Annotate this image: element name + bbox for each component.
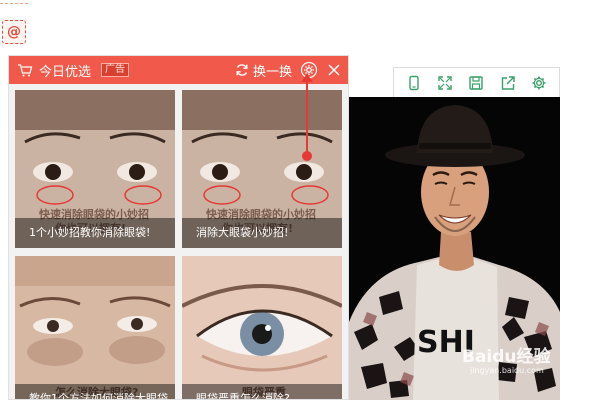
shopping-cart-icon <box>17 62 33 78</box>
fullscreen-icon[interactable] <box>435 73 455 93</box>
ad-card[interactable]: 快速消除眼袋的小妙招 你也可以拥有! 消除大眼袋小妙招! <box>182 90 342 248</box>
ad-badge: 广告 <box>101 63 130 77</box>
watermark-main: Baidu经验 <box>462 347 551 367</box>
settings-icon[interactable] <box>529 73 549 93</box>
ad-card[interactable]: 怎么消除大眼袋? 教你1个方法如何消除大眼袋 <box>15 256 175 399</box>
watermark-sub: jingyan.baidu.com <box>470 366 544 375</box>
ad-card[interactable]: 快速消除眼袋的小妙招 你也可以拥有! 1个小妙招教你消除眼袋! <box>15 90 175 248</box>
eye-closeup-image: 眼袋严重 <box>182 256 342 399</box>
baidu-jingyan-watermark: Baidu经验 jingyan.baidu.com <box>462 348 572 378</box>
sidebar-divider <box>0 0 28 4</box>
save-icon[interactable] <box>466 73 486 93</box>
ad-panel-header: 今日优选 广告 换一换 <box>9 56 348 84</box>
at-glyph: @ <box>7 24 21 40</box>
close-icon[interactable] <box>326 62 342 78</box>
page: @ SHI Baidu经验 jingyan.baidu.com 今日优选 广告 … <box>0 0 600 400</box>
eye-bags-closeup-image: 怎么消除大眼袋? <box>15 256 175 399</box>
ad-card[interactable]: 眼袋严重 眼袋严重怎么消除? <box>182 256 342 399</box>
ad-panel-title: 今日优选 <box>39 64 92 80</box>
ad-recommendation-panel: 今日优选 广告 换一换 快速消除眼袋的小妙招 你也可以拥有! 1个小妙招教你消除… <box>8 55 349 400</box>
ad-card-caption: 1个小妙招教你消除眼袋! <box>15 218 175 248</box>
refresh-label: 换一换 <box>252 64 292 80</box>
share-icon[interactable] <box>498 73 518 93</box>
phone-icon[interactable] <box>404 73 424 93</box>
ad-card-caption: 消除大眼袋小妙招! <box>182 218 342 248</box>
refresh-button[interactable]: 换一换 <box>235 61 292 80</box>
image-viewer-toolbar <box>393 67 560 97</box>
annotation-arrow-dot <box>302 151 312 161</box>
ad-card-caption: 眼袋严重怎么消除? <box>182 384 342 399</box>
left-sidebar-strip: @ <box>0 0 28 60</box>
annotation-arrow-line <box>306 77 308 155</box>
refresh-icon <box>236 64 248 76</box>
at-icon[interactable]: @ <box>2 20 26 44</box>
ad-card-caption: 教你1个方法如何消除大眼袋 <box>15 384 175 399</box>
